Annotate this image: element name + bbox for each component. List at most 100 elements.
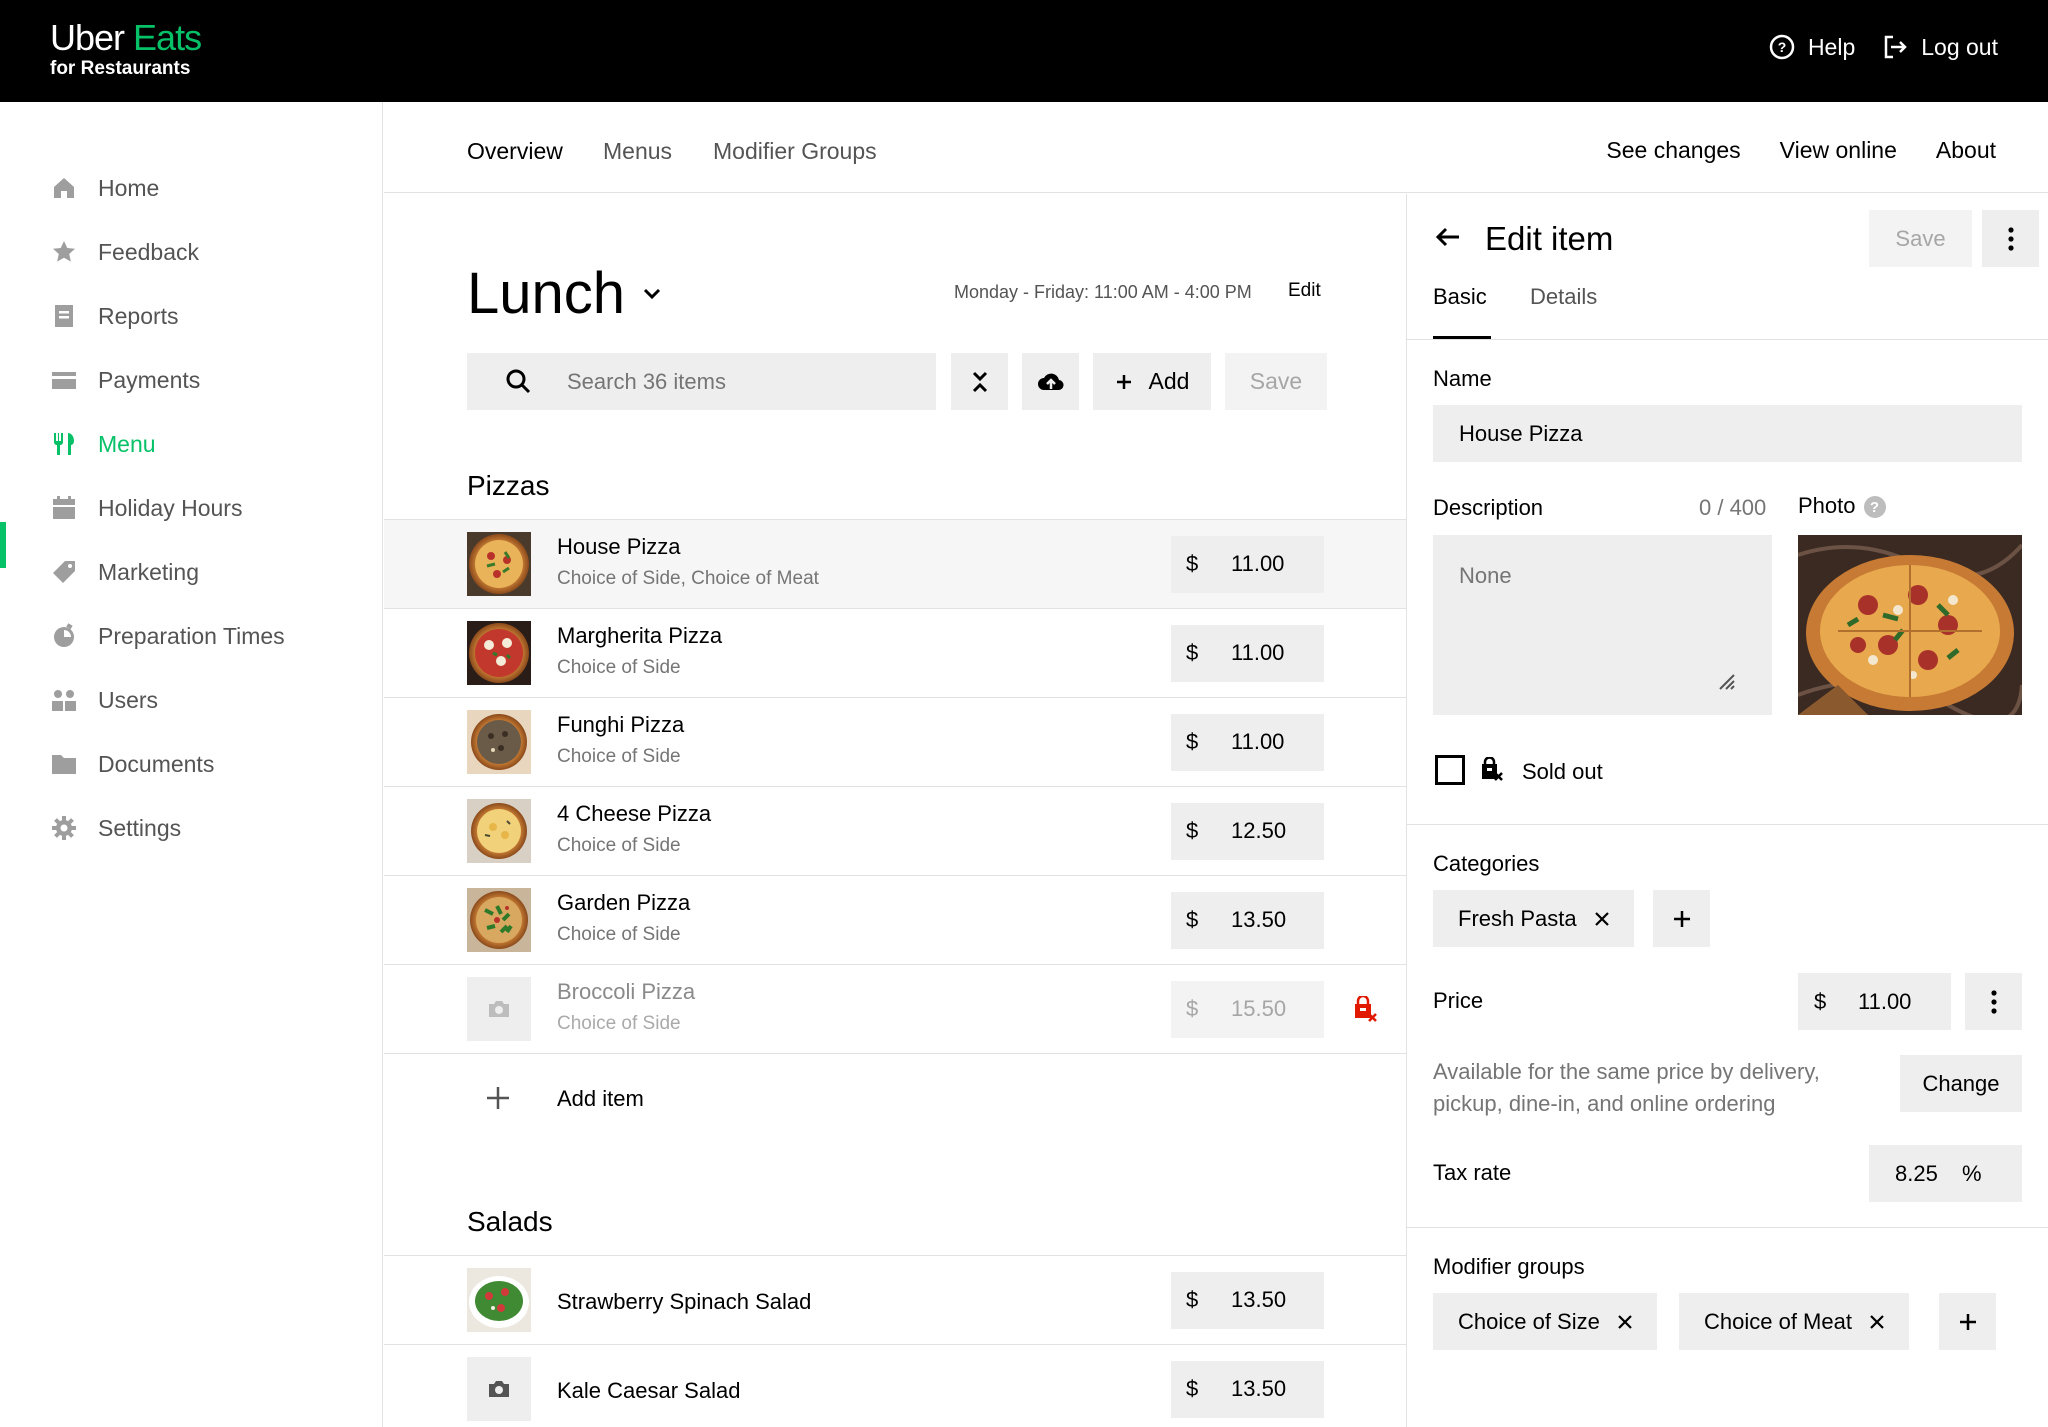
currency-symbol: $ [1186,640,1199,665]
sidebar-item-home[interactable]: Home [50,168,159,208]
about-link[interactable]: About [1936,137,1996,164]
logo-subtitle: for Restaurants [50,58,191,79]
item-thumbnail-placeholder [467,977,531,1041]
tab-overview[interactable]: Overview [467,138,563,165]
utensils-icon [50,430,78,458]
panel-save-button[interactable]: Save [1869,210,1972,267]
item-name: Funghi Pizza [557,712,685,737]
modifier-chip[interactable]: Choice of Size [1433,1293,1657,1350]
tax-rate-label: Tax rate [1433,1160,1512,1185]
sidebar-item-feedback[interactable]: Feedback [50,232,199,272]
sidebar-item-users[interactable]: Users [50,680,158,720]
back-arrow-icon[interactable] [1433,222,1463,252]
sidebar-item-label: Feedback [98,238,200,265]
modifier-chip[interactable]: Choice of Meat [1679,1293,1909,1350]
see-changes-link[interactable]: See changes [1606,137,1740,164]
description-counter: 0 / 400 [1699,495,1767,520]
close-icon[interactable] [1594,911,1609,926]
view-online-link[interactable]: View online [1780,137,1897,164]
tab-modifier-groups[interactable]: Modifier Groups [713,138,877,165]
table-row[interactable]: Margherita Pizza Choice of Side $11.00 [384,608,1406,697]
tax-rate-unit: % [1962,1161,1982,1186]
more-vertical-icon [1990,989,1997,1014]
table-row[interactable]: Strawberry Spinach Salad $13.50 [384,1255,1406,1344]
sidebar-item-marketing[interactable]: Marketing [50,552,199,592]
name-label: Name [1433,366,1492,391]
tab-details[interactable]: Details [1530,284,1597,310]
save-button[interactable]: Save [1225,353,1327,410]
panel-more-button[interactable] [1982,210,2039,267]
table-row[interactable]: Kale Caesar Salad $13.50 [384,1344,1406,1427]
sold-out-icon[interactable] [1351,996,1379,1024]
sold-out-checkbox[interactable] [1435,755,1465,785]
item-thumbnail [467,532,531,596]
price-field[interactable]: $11.00 [1171,714,1324,771]
category-chip-label: Fresh Pasta [1458,905,1577,931]
table-row[interactable]: Funghi Pizza Choice of Side $11.00 [384,697,1406,786]
table-row[interactable]: House Pizza Choice of Side, Choice of Me… [384,519,1406,608]
star-icon [50,238,78,266]
upload-button[interactable] [1022,353,1079,410]
name-field[interactable]: House Pizza [1433,405,2022,462]
price-field[interactable]: $15.50 [1171,981,1324,1038]
tab-menus[interactable]: Menus [603,138,672,165]
price-value: 13.50 [1231,1376,1287,1401]
price-field[interactable]: $11.00 [1171,536,1324,593]
description-field[interactable]: None [1433,535,1772,715]
menu-selector[interactable]: Lunch [467,260,663,327]
sidebar-item-payments[interactable]: Payments [50,360,200,400]
close-icon[interactable] [1870,1314,1884,1329]
help-circle-icon[interactable]: ? [1863,496,1886,519]
table-row[interactable]: Broccoli Pizza Choice of Side $15.50 [384,964,1406,1053]
price-value: 15.50 [1231,996,1287,1021]
table-row[interactable]: Garden Pizza Choice of Side $13.50 [384,875,1406,964]
add-modifier-button[interactable] [1939,1293,1996,1350]
help-link[interactable]: ? Help [1768,33,1855,61]
tab-basic[interactable]: Basic [1433,284,1487,310]
add-category-button[interactable] [1653,890,1710,947]
resize-handle-icon[interactable] [1716,671,1736,691]
table-row[interactable]: 4 Cheese Pizza Choice of Side $12.50 [384,786,1406,875]
price-field[interactable]: $13.50 [1171,1361,1324,1418]
card-icon [50,366,78,394]
camera-icon [489,1381,509,1397]
item-photo[interactable] [1798,535,2022,715]
item-name: Kale Caesar Salad [557,1378,741,1403]
sidebar-item-holiday-hours[interactable]: Holiday Hours [50,488,242,528]
search-input[interactable] [567,353,927,410]
item-name: Strawberry Spinach Salad [557,1289,812,1314]
price-field[interactable]: $11.00 [1171,625,1324,682]
price-field[interactable]: $13.50 [1171,892,1324,949]
calendar-icon [50,494,78,522]
cloud-upload-icon [1037,373,1064,390]
add-item-button[interactable]: Add item [384,1053,1406,1142]
tax-rate-field[interactable]: 8.25 % [1869,1145,2022,1202]
item-name: Broccoli Pizza [557,979,696,1004]
price-value: 11.00 [1858,989,1912,1014]
price-field[interactable]: $ 11.00 [1798,973,1951,1030]
logo-uber-text: Uber [50,17,125,58]
sidebar-item-preparation-times[interactable]: Preparation Times [50,616,285,656]
currency-symbol: $ [1186,907,1199,932]
logout-link[interactable]: Log out [1881,33,1998,61]
sidebar-item-settings[interactable]: Settings [50,808,181,848]
collapse-button[interactable] [951,353,1008,410]
change-button[interactable]: Change [1900,1055,2022,1112]
gear-icon [50,814,78,842]
price-field[interactable]: $12.50 [1171,803,1324,860]
category-chip[interactable]: Fresh Pasta [1433,890,1634,947]
sidebar-item-menu[interactable]: Menu [50,424,156,464]
price-field[interactable]: $13.50 [1171,1272,1324,1329]
item-thumbnail [467,799,531,863]
uber-eats-logo[interactable]: Uber Eats for Restaurants [50,17,202,80]
add-label: Add [1148,368,1190,394]
add-button[interactable]: Add [1093,353,1211,410]
sidebar-item-label: Reports [98,302,179,329]
close-icon[interactable] [1618,1314,1632,1329]
sidebar-item-documents[interactable]: Documents [50,744,214,784]
price-more-button[interactable] [1965,973,2022,1030]
sidebar-item-reports[interactable]: Reports [50,296,179,336]
description-label: Description [1433,495,1544,520]
edit-hours-link[interactable]: Edit [1288,280,1321,302]
users-icon [50,686,78,714]
